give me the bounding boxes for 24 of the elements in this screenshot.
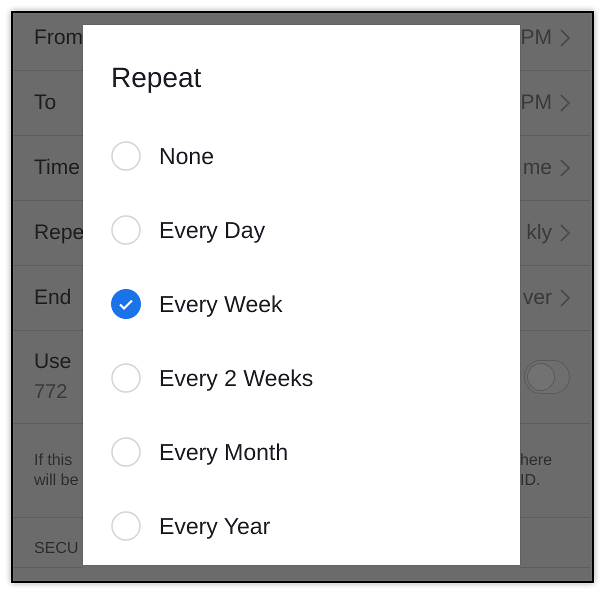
setting-label: Use xyxy=(34,349,72,375)
setting-label: End xyxy=(34,285,72,312)
setting-label: To xyxy=(34,90,56,116)
section-header: SECU xyxy=(34,539,78,559)
toggle-switch[interactable] xyxy=(524,360,570,394)
repeat-option[interactable]: Every Month xyxy=(111,415,520,489)
note-text: here xyxy=(520,450,552,470)
note-text: ID. xyxy=(520,470,540,490)
setting-label: Repe xyxy=(34,220,84,246)
repeat-option[interactable]: Every Day xyxy=(111,193,520,267)
repeat-option[interactable]: Every 2 Weeks xyxy=(111,341,520,415)
repeat-option[interactable]: Every Year xyxy=(111,489,520,563)
chevron-right-icon xyxy=(560,224,570,242)
dialog-title: Repeat xyxy=(111,61,202,95)
note-text: will be xyxy=(34,470,80,490)
repeat-option[interactable]: None xyxy=(111,119,520,193)
setting-label: Time xyxy=(34,155,80,182)
setting-label: From xyxy=(34,25,83,52)
chevron-right-icon xyxy=(560,94,570,112)
chevron-right-icon xyxy=(560,289,570,307)
note-text: If this xyxy=(34,450,74,470)
chevron-right-icon xyxy=(560,159,570,177)
repeat-option[interactable]: Every Week xyxy=(111,267,520,341)
chevron-right-icon xyxy=(560,29,570,47)
